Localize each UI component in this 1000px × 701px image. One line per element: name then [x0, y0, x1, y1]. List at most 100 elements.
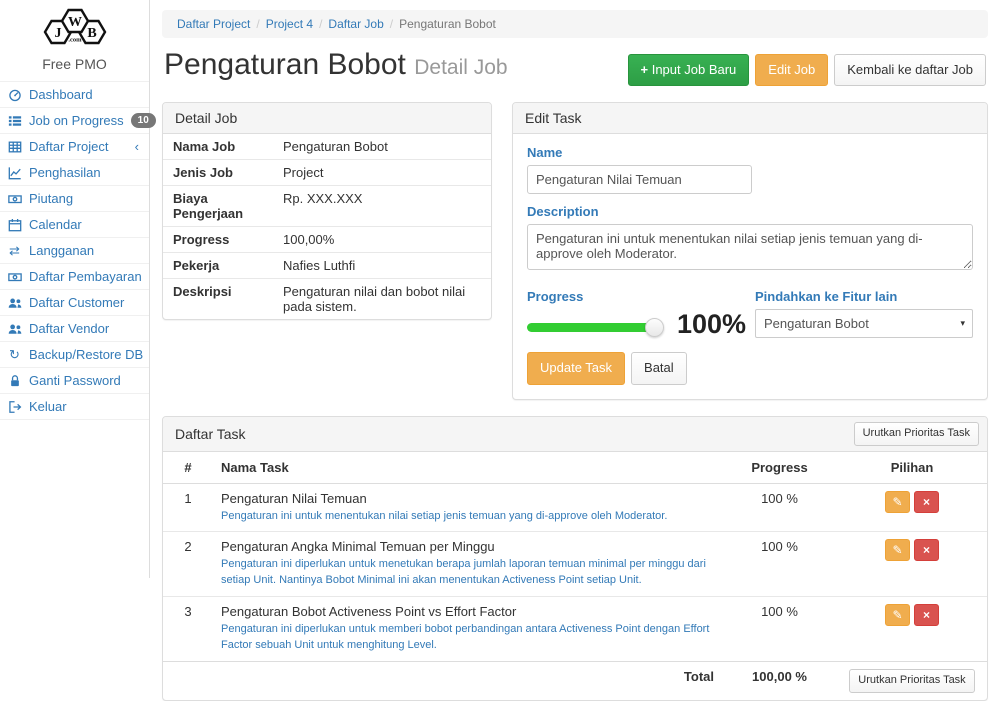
task-name-input[interactable]	[527, 165, 752, 194]
retweet-icon: ⇄	[7, 244, 22, 257]
sidebar-item-label: Calendar	[29, 217, 82, 232]
detail-row-jenis-job: Jenis JobProject	[163, 159, 491, 185]
batal-button[interactable]: Batal	[631, 352, 687, 384]
detail-job-panel: Detail Job Nama JobPengaturan BobotJenis…	[162, 102, 492, 320]
sidebar-item-daftar-vendor[interactable]: Daftar Vendor	[0, 315, 149, 341]
header-actions: + Input Job Baru Edit Job Kembali ke daf…	[628, 54, 987, 86]
lock-icon	[7, 374, 22, 388]
task-progress: 100 %	[722, 532, 837, 597]
task-progress: 100 %	[722, 483, 837, 532]
sidebar-item-daftar-project[interactable]: Daftar Project‹	[0, 133, 149, 159]
page-header: Pengaturan Bobot Detail Job + Input Job …	[164, 48, 986, 86]
sidebar-item-job-on-progress[interactable]: Job on Progress10	[0, 107, 149, 133]
input-job-baru-button[interactable]: + Input Job Baru	[628, 54, 750, 86]
detail-label: Deskripsi	[163, 279, 281, 319]
delete-task-icon-button[interactable]: ×	[914, 539, 939, 561]
panels-row: Detail Job Nama JobPengaturan BobotJenis…	[162, 102, 988, 399]
task-description: Pengaturan ini diperlukan untuk menetuka…	[221, 557, 714, 589]
breadcrumb-separator: /	[256, 17, 259, 31]
move-feature-label: Pindahkan ke Fitur lain	[755, 289, 973, 304]
breadcrumb-separator: /	[390, 17, 393, 31]
task-description-input[interactable]: Pengaturan ini untuk menentukan nilai se…	[527, 224, 973, 270]
sidebar-item-piutang[interactable]: Piutang	[0, 185, 149, 211]
sidebar-item-label: Backup/Restore DB	[29, 347, 143, 362]
sidebar-item-label: Langganan	[29, 243, 94, 258]
detail-row-nama-job: Nama JobPengaturan Bobot	[163, 134, 491, 159]
sidebar-item-ganti-password[interactable]: Ganti Password	[0, 367, 149, 393]
detail-value: Pengaturan nilai dan bobot nilai pada si…	[281, 279, 491, 319]
task-description: Pengaturan ini diperlukan untuk memberi …	[221, 622, 714, 654]
urutkan-prioritas-button-bottom[interactable]: Urutkan Prioritas Task	[849, 669, 974, 693]
sidebar-nav: Dashboard Job on Progress10Daftar Project…	[0, 81, 149, 420]
task-row-2: 2Pengaturan Angka Minimal Temuan per Min…	[163, 532, 987, 597]
sidebar-item-keluar[interactable]: Keluar	[0, 393, 149, 420]
progress-group: Progress 100%	[527, 289, 746, 340]
sidebar-item-label: Job on Progress	[29, 113, 124, 128]
task-name: Pengaturan Angka Minimal Temuan per Ming…	[221, 539, 714, 554]
task-num: 1	[163, 483, 213, 532]
edit-task-icon-button[interactable]: ✎	[885, 539, 910, 561]
app-window: J W B .com Free PMO DashboardJob on Prog…	[0, 0, 1000, 578]
sidebar-item-label: Penghasilan	[29, 165, 101, 180]
task-col-header-progress: Progress	[722, 452, 837, 484]
detail-label: Pekerja	[163, 253, 281, 278]
breadcrumb: Daftar Project/Project 4/Daftar Job/Peng…	[162, 10, 988, 38]
update-task-button[interactable]: Update Task	[527, 352, 625, 384]
breadcrumb-item-daftar-project[interactable]: Daftar Project	[177, 17, 250, 31]
breadcrumb-item-daftar-job[interactable]: Daftar Job	[328, 17, 383, 31]
sidebar: J W B .com Free PMO DashboardJob on Prog…	[0, 0, 150, 578]
slider-handle-icon[interactable]	[645, 318, 664, 337]
progress-row: Progress 100% Pindahkan ke Fitur lain	[527, 289, 973, 340]
chevron-left-icon: ‹	[135, 139, 139, 154]
brand-name: Free PMO	[0, 53, 149, 81]
progress-slider[interactable]	[527, 323, 655, 332]
daftar-task-panel: Daftar Task Urutkan Prioritas Task #Nama…	[162, 416, 988, 701]
delete-task-icon-button[interactable]: ×	[914, 491, 939, 513]
urutkan-prioritas-button-top[interactable]: Urutkan Prioritas Task	[854, 422, 979, 446]
sidebar-item-label: Keluar	[29, 399, 67, 414]
task-table: #Nama TaskProgressPilihan 1Pengaturan Ni…	[163, 452, 987, 700]
dropdown-arrow-icon: ▾	[960, 318, 965, 329]
sidebar-item-daftar-customer[interactable]: Daftar Customer	[0, 289, 149, 315]
sidebar-item-penghasilan[interactable]: Penghasilan	[0, 159, 149, 185]
table-icon	[7, 140, 22, 154]
total-value: 100,00 %	[722, 662, 837, 700]
detail-value: Nafies Luthfi	[281, 253, 359, 278]
main-content: Daftar Project/Project 4/Daftar Job/Peng…	[150, 0, 1000, 578]
move-feature-selected-value: Pengaturan Bobot	[764, 316, 869, 331]
calendar-icon	[7, 218, 22, 232]
task-row-3: 3Pengaturan Bobot Activeness Point vs Ef…	[163, 597, 987, 662]
edit-task-panel: Edit Task Name Description Pengaturan in…	[512, 102, 988, 399]
detail-label: Progress	[163, 227, 281, 252]
detail-label: Jenis Job	[163, 160, 281, 185]
sidebar-item-langganan[interactable]: ⇄ Langganan	[0, 237, 149, 263]
sidebar-item-daftar-pembayaran[interactable]: Daftar Pembayaran	[0, 263, 149, 289]
sidebar-item-label: Dashboard	[29, 87, 93, 102]
money-icon	[7, 270, 22, 284]
sidebar-item-backup-restore-db[interactable]: ↻Backup/Restore DB	[0, 341, 149, 367]
sidebar-item-label: Daftar Customer	[29, 295, 124, 310]
breadcrumb-item-pengaturan-bobot: Pengaturan Bobot	[399, 17, 496, 31]
task-num: 3	[163, 597, 213, 662]
edit-job-button[interactable]: Edit Job	[755, 54, 828, 86]
kembali-button[interactable]: Kembali ke daftar Job	[834, 54, 986, 86]
page-subtitle: Detail Job	[414, 56, 507, 79]
delete-task-icon-button[interactable]: ×	[914, 604, 939, 626]
users-icon	[7, 322, 22, 336]
breadcrumb-item-project-4[interactable]: Project 4	[266, 17, 313, 31]
daftar-task-panel-title: Daftar Task	[175, 426, 246, 442]
sidebar-item-calendar[interactable]: Calendar	[0, 211, 149, 237]
task-col-header-pilihan: Pilihan	[837, 452, 987, 484]
detail-value: Rp. XXX.XXX	[281, 186, 366, 226]
edit-task-icon-button[interactable]: ✎	[885, 604, 910, 626]
detail-job-table: Nama JobPengaturan BobotJenis JobProject…	[163, 134, 491, 319]
sidebar-item-dashboard[interactable]: Dashboard	[0, 81, 149, 107]
plus-icon: +	[641, 62, 649, 77]
task-col-header-nama-task: Nama Task	[213, 452, 722, 484]
task-col-header-: #	[163, 452, 213, 484]
move-feature-select[interactable]: Pengaturan Bobot ▾	[755, 309, 973, 338]
task-row-1: 1Pengaturan Nilai TemuanPengaturan ini u…	[163, 483, 987, 532]
edit-task-icon-button[interactable]: ✎	[885, 491, 910, 513]
sidebar-item-label: Ganti Password	[29, 373, 121, 388]
form-actions: Update Task Batal	[527, 352, 973, 384]
